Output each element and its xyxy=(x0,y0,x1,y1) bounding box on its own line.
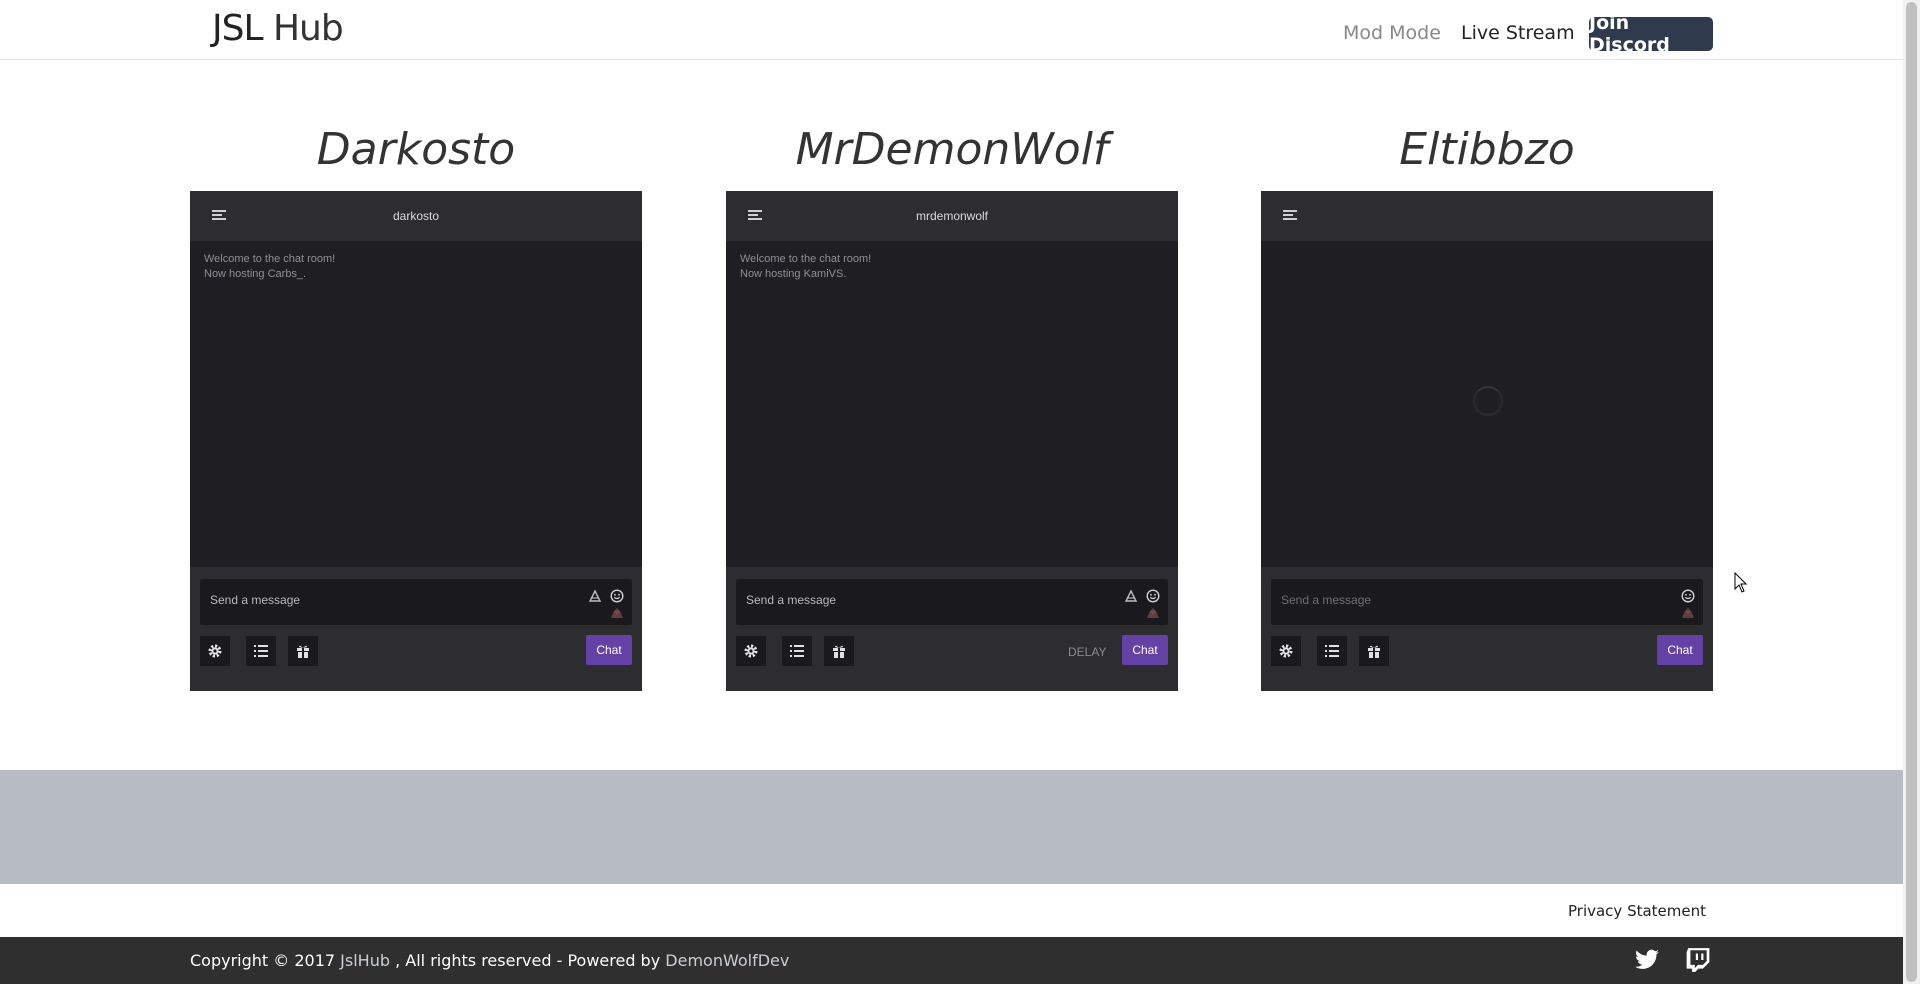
copyright-bar: Copyright © 2017 JslHub , All rights res… xyxy=(0,937,1903,984)
chat-header: darkosto xyxy=(190,191,642,241)
chat-settings-button[interactable] xyxy=(1271,636,1301,666)
join-discord-button[interactable]: Join Discord xyxy=(1589,12,1713,56)
chat-message: Welcome to the chat room! xyxy=(204,253,336,265)
chat-header: mrdemonwolf xyxy=(726,191,1178,241)
emote-icon[interactable] xyxy=(1146,589,1160,603)
chat-channel-name: mrdemonwolf xyxy=(915,209,989,223)
chat-messages xyxy=(1261,241,1713,567)
privacy-statement-link[interactable]: Privacy Statement xyxy=(1568,902,1706,920)
gift-icon xyxy=(1368,645,1380,658)
chat-settings-button[interactable] xyxy=(200,636,230,666)
copyright-middle: , All rights reserved - Powered by xyxy=(395,951,661,970)
chat-input-placeholder: Send a message xyxy=(210,593,301,607)
chat-delay-label: DELAY xyxy=(1068,645,1107,659)
chat-header xyxy=(1261,191,1713,241)
nav-live-stream[interactable]: Live Stream xyxy=(1461,22,1575,44)
gear-icon xyxy=(744,644,758,658)
chat-menu-icon[interactable] xyxy=(1283,210,1297,222)
twitter-icon[interactable] xyxy=(1634,947,1660,973)
chat-embed: mrdemonwolf Welcome to the chat room! No… xyxy=(726,191,1178,691)
copyright-prefix: Copyright © 2017 xyxy=(190,951,336,970)
brand-hub: Hub xyxy=(272,8,344,49)
streamer-name: MrDemonWolf xyxy=(795,124,1109,175)
copyright-text: Copyright © 2017 JslHub , All rights res… xyxy=(190,951,789,970)
site-brand[interactable]: JSL Hub xyxy=(212,8,344,49)
gift-icon xyxy=(833,645,845,658)
chat-message: Welcome to the chat room! xyxy=(740,253,872,265)
top-navbar: JSL Hub Mod Mode Live Stream Join Discor… xyxy=(0,0,1903,60)
bits-icon[interactable] xyxy=(1681,607,1695,619)
chat-send-button[interactable]: Chat xyxy=(1657,635,1703,665)
gear-icon xyxy=(208,644,222,658)
chat-send-button[interactable]: Chat xyxy=(1122,635,1168,665)
list-icon xyxy=(790,645,804,657)
chat-settings-button[interactable] xyxy=(736,636,766,666)
mouse-cursor-icon xyxy=(1734,572,1748,593)
chat-embed: darkosto Welcome to the chat room! Now h… xyxy=(190,191,642,691)
loading-spinner xyxy=(1473,386,1503,416)
streamer-name: Eltibbzo xyxy=(1399,124,1575,175)
page-scrollbar[interactable] xyxy=(1903,0,1920,984)
brand-jsl: JSL xyxy=(212,8,264,49)
crown-icon[interactable] xyxy=(1124,589,1138,603)
chat-embed: Send a message Chat xyxy=(1261,191,1713,691)
nav-mod-mode[interactable]: Mod Mode xyxy=(1343,22,1441,44)
jslhub-link[interactable]: JslHub xyxy=(340,951,390,970)
demonwolfdev-link[interactable]: DemonWolfDev xyxy=(665,951,789,970)
scrollbar-thumb[interactable] xyxy=(1906,2,1917,982)
chat-input-placeholder: Send a message xyxy=(1281,593,1372,607)
chat-messages: Welcome to the chat room! Now hosting Ca… xyxy=(190,241,642,567)
bits-icon[interactable] xyxy=(610,607,624,619)
gift-button[interactable] xyxy=(288,636,318,666)
chat-messages: Welcome to the chat room! Now hosting Ka… xyxy=(726,241,1178,567)
bits-icon[interactable] xyxy=(1146,607,1160,619)
crown-icon[interactable] xyxy=(588,589,602,603)
list-icon xyxy=(254,645,268,657)
chat-input-placeholder: Send a message xyxy=(746,593,837,607)
gear-icon xyxy=(1279,644,1293,658)
chat-footer: Send a message DELAY Chat xyxy=(726,567,1178,691)
list-icon xyxy=(1325,645,1339,657)
chat-message: Now hosting KamiVS. xyxy=(740,268,847,280)
chat-message-input[interactable]: Send a message xyxy=(200,579,632,625)
emote-icon[interactable] xyxy=(610,589,624,603)
chat-channel-name: darkosto xyxy=(392,209,440,223)
gift-icon xyxy=(297,645,309,658)
viewer-list-button[interactable] xyxy=(246,636,276,666)
viewer-list-button[interactable] xyxy=(782,636,812,666)
chat-footer: Send a message Chat xyxy=(1261,567,1713,691)
emote-icon[interactable] xyxy=(1681,589,1695,603)
gift-button[interactable] xyxy=(1359,636,1389,666)
chat-message: Now hosting Carbs_. xyxy=(204,268,307,280)
streamer-name: Darkosto xyxy=(316,124,516,175)
chat-footer: Send a message Chat xyxy=(190,567,642,691)
footer-band xyxy=(0,770,1903,884)
chat-message-input[interactable]: Send a message xyxy=(736,579,1168,625)
twitch-icon[interactable] xyxy=(1685,947,1711,973)
viewer-list-button[interactable] xyxy=(1317,636,1347,666)
chat-send-button[interactable]: Chat xyxy=(586,635,632,665)
gift-button[interactable] xyxy=(824,636,854,666)
chat-message-input[interactable]: Send a message xyxy=(1271,579,1703,625)
